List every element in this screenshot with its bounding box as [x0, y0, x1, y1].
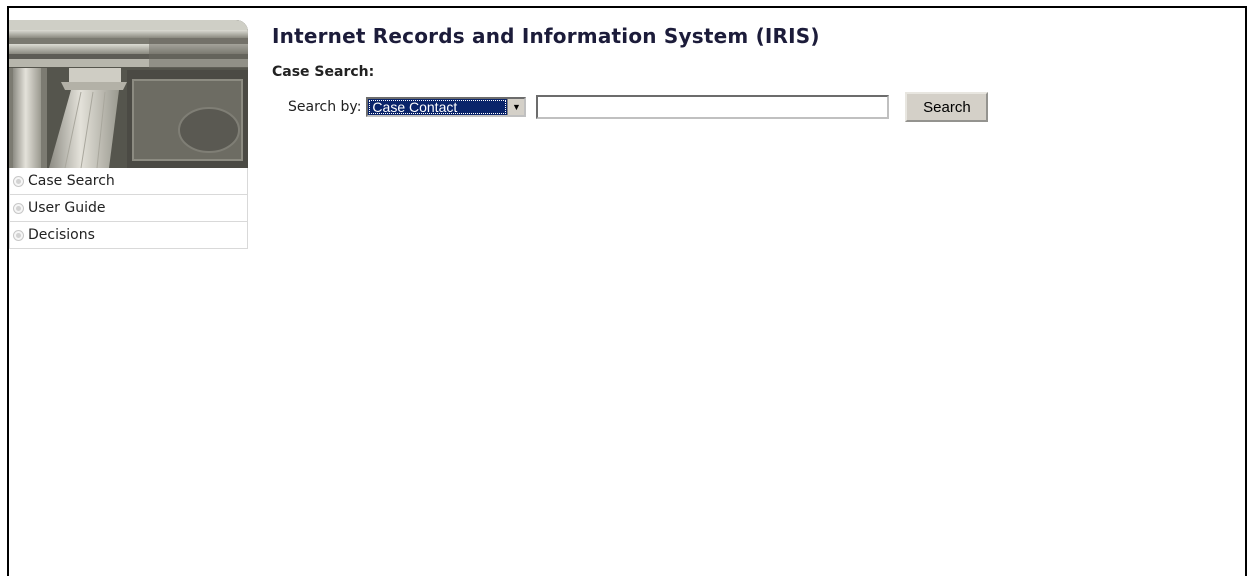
search-by-label: Search by: [288, 99, 362, 115]
radio-bullet-icon [13, 229, 24, 241]
radio-bullet-icon [13, 202, 24, 214]
banner-image [9, 20, 248, 168]
sidebar-item-label: Case Search [28, 173, 115, 189]
radio-bullet-icon [13, 175, 24, 187]
search-button[interactable]: Search [905, 92, 989, 122]
sidebar-item-label: Decisions [28, 227, 95, 243]
search-input[interactable] [536, 95, 890, 119]
search-by-selected-option: Case Contact [368, 99, 508, 115]
sidebar-item-case-search[interactable]: Case Search [10, 168, 247, 195]
sidebar-item-decisions[interactable]: Decisions [10, 222, 247, 249]
courthouse-columns-image [9, 20, 248, 168]
main-content: Internet Records and Information System … [272, 24, 1234, 122]
search-form: Search by: Case Contact ▼ Search [272, 92, 1234, 122]
page-title: Internet Records and Information System … [272, 24, 820, 48]
sidebar: Case Search User Guide Decisions [9, 20, 248, 249]
search-by-select[interactable]: Case Contact ▼ [366, 97, 527, 117]
section-heading: Case Search: [272, 64, 375, 80]
sidebar-nav: Case Search User Guide Decisions [9, 168, 248, 249]
chevron-down-icon[interactable]: ▼ [507, 99, 525, 115]
sidebar-item-user-guide[interactable]: User Guide [10, 195, 247, 222]
sidebar-item-label: User Guide [28, 200, 106, 216]
